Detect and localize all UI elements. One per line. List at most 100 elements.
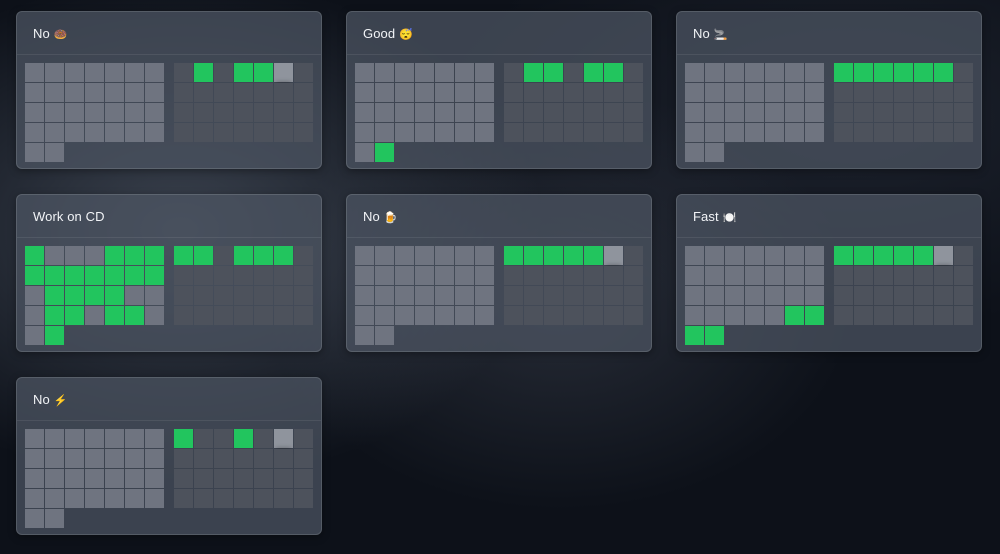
day-cell[interactable] <box>524 306 543 325</box>
day-cell[interactable] <box>685 123 704 142</box>
day-cell[interactable] <box>395 266 414 285</box>
day-cell-done[interactable] <box>125 266 144 285</box>
day-cell-done[interactable] <box>584 246 603 265</box>
day-cell[interactable] <box>65 103 84 122</box>
day-cell[interactable] <box>274 286 293 305</box>
day-cell-done[interactable] <box>25 266 44 285</box>
day-cell[interactable] <box>375 286 394 305</box>
day-cell[interactable] <box>954 123 973 142</box>
day-cell[interactable] <box>65 469 84 488</box>
day-cell[interactable] <box>624 63 643 82</box>
day-cell[interactable] <box>125 469 144 488</box>
day-cell[interactable] <box>214 123 233 142</box>
day-cell[interactable] <box>254 266 273 285</box>
day-cell[interactable] <box>805 123 824 142</box>
day-cell[interactable] <box>705 143 724 162</box>
day-cell[interactable] <box>745 286 764 305</box>
day-cell[interactable] <box>894 103 913 122</box>
day-cell[interactable] <box>194 306 213 325</box>
day-cell[interactable] <box>415 123 434 142</box>
day-cell[interactable] <box>234 469 253 488</box>
day-cell-done[interactable] <box>85 286 104 305</box>
day-cell[interactable] <box>355 103 374 122</box>
day-cell[interactable] <box>294 266 313 285</box>
day-cell[interactable] <box>214 429 233 448</box>
day-cell-done[interactable] <box>105 246 124 265</box>
day-cell[interactable] <box>125 123 144 142</box>
day-cell[interactable] <box>395 63 414 82</box>
day-cell[interactable] <box>544 266 563 285</box>
day-cell[interactable] <box>725 266 744 285</box>
day-cell[interactable] <box>254 286 273 305</box>
day-cell[interactable] <box>355 83 374 102</box>
day-cell[interactable] <box>475 286 494 305</box>
day-cell[interactable] <box>105 103 124 122</box>
day-cell[interactable] <box>375 63 394 82</box>
day-cell[interactable] <box>934 266 953 285</box>
day-cell[interactable] <box>854 123 873 142</box>
day-cell[interactable] <box>624 266 643 285</box>
day-cell[interactable] <box>874 266 893 285</box>
day-cell[interactable] <box>194 266 213 285</box>
day-cell[interactable] <box>214 469 233 488</box>
day-cell[interactable] <box>805 103 824 122</box>
day-cell[interactable] <box>604 123 623 142</box>
day-cell[interactable] <box>125 286 144 305</box>
day-cell[interactable] <box>294 63 313 82</box>
day-cell[interactable] <box>765 266 784 285</box>
day-cell[interactable] <box>524 286 543 305</box>
day-cell[interactable] <box>105 429 124 448</box>
day-cell[interactable] <box>234 123 253 142</box>
day-cell[interactable] <box>954 83 973 102</box>
day-cell[interactable] <box>954 103 973 122</box>
day-cell-done[interactable] <box>685 326 704 345</box>
day-cell[interactable] <box>85 306 104 325</box>
day-cell[interactable] <box>375 266 394 285</box>
day-cell[interactable] <box>564 306 583 325</box>
day-cell[interactable] <box>785 83 804 102</box>
day-cell[interactable] <box>105 449 124 468</box>
day-cell[interactable] <box>85 83 104 102</box>
day-cell[interactable] <box>214 286 233 305</box>
day-cell[interactable] <box>604 306 623 325</box>
day-cell[interactable] <box>25 326 44 345</box>
day-cell[interactable] <box>145 489 164 508</box>
day-cell-done[interactable] <box>45 266 64 285</box>
day-cell[interactable] <box>125 83 144 102</box>
day-cell[interactable] <box>854 103 873 122</box>
day-cell[interactable] <box>194 286 213 305</box>
day-cell[interactable] <box>234 489 253 508</box>
day-cell[interactable] <box>785 103 804 122</box>
day-cell-done[interactable] <box>65 306 84 325</box>
day-cell-done[interactable] <box>125 246 144 265</box>
day-cell[interactable] <box>45 63 64 82</box>
day-cell[interactable] <box>145 429 164 448</box>
day-cell[interactable] <box>254 103 273 122</box>
day-cell[interactable] <box>65 429 84 448</box>
day-cell-done[interactable] <box>504 246 523 265</box>
day-cell[interactable] <box>504 63 523 82</box>
day-cell[interactable] <box>395 286 414 305</box>
day-cell[interactable] <box>274 266 293 285</box>
day-cell-done[interactable] <box>874 246 893 265</box>
day-cell[interactable] <box>294 246 313 265</box>
day-cell[interactable] <box>524 103 543 122</box>
day-cell[interactable] <box>475 123 494 142</box>
day-cell[interactable] <box>705 286 724 305</box>
day-cell-done[interactable] <box>705 326 724 345</box>
day-cell[interactable] <box>174 103 193 122</box>
day-cell[interactable] <box>604 266 623 285</box>
day-cell[interactable] <box>194 83 213 102</box>
day-cell[interactable] <box>254 429 273 448</box>
day-cell-done[interactable] <box>65 286 84 305</box>
day-cell[interactable] <box>145 63 164 82</box>
day-cell[interactable] <box>85 246 104 265</box>
day-cell[interactable] <box>504 286 523 305</box>
day-cell[interactable] <box>214 449 233 468</box>
day-cell[interactable] <box>45 83 64 102</box>
habit-card[interactable]: No 🍺 <box>346 194 652 352</box>
day-cell[interactable] <box>355 286 374 305</box>
day-cell[interactable] <box>25 286 44 305</box>
day-cell[interactable] <box>85 449 104 468</box>
day-cell[interactable] <box>125 429 144 448</box>
